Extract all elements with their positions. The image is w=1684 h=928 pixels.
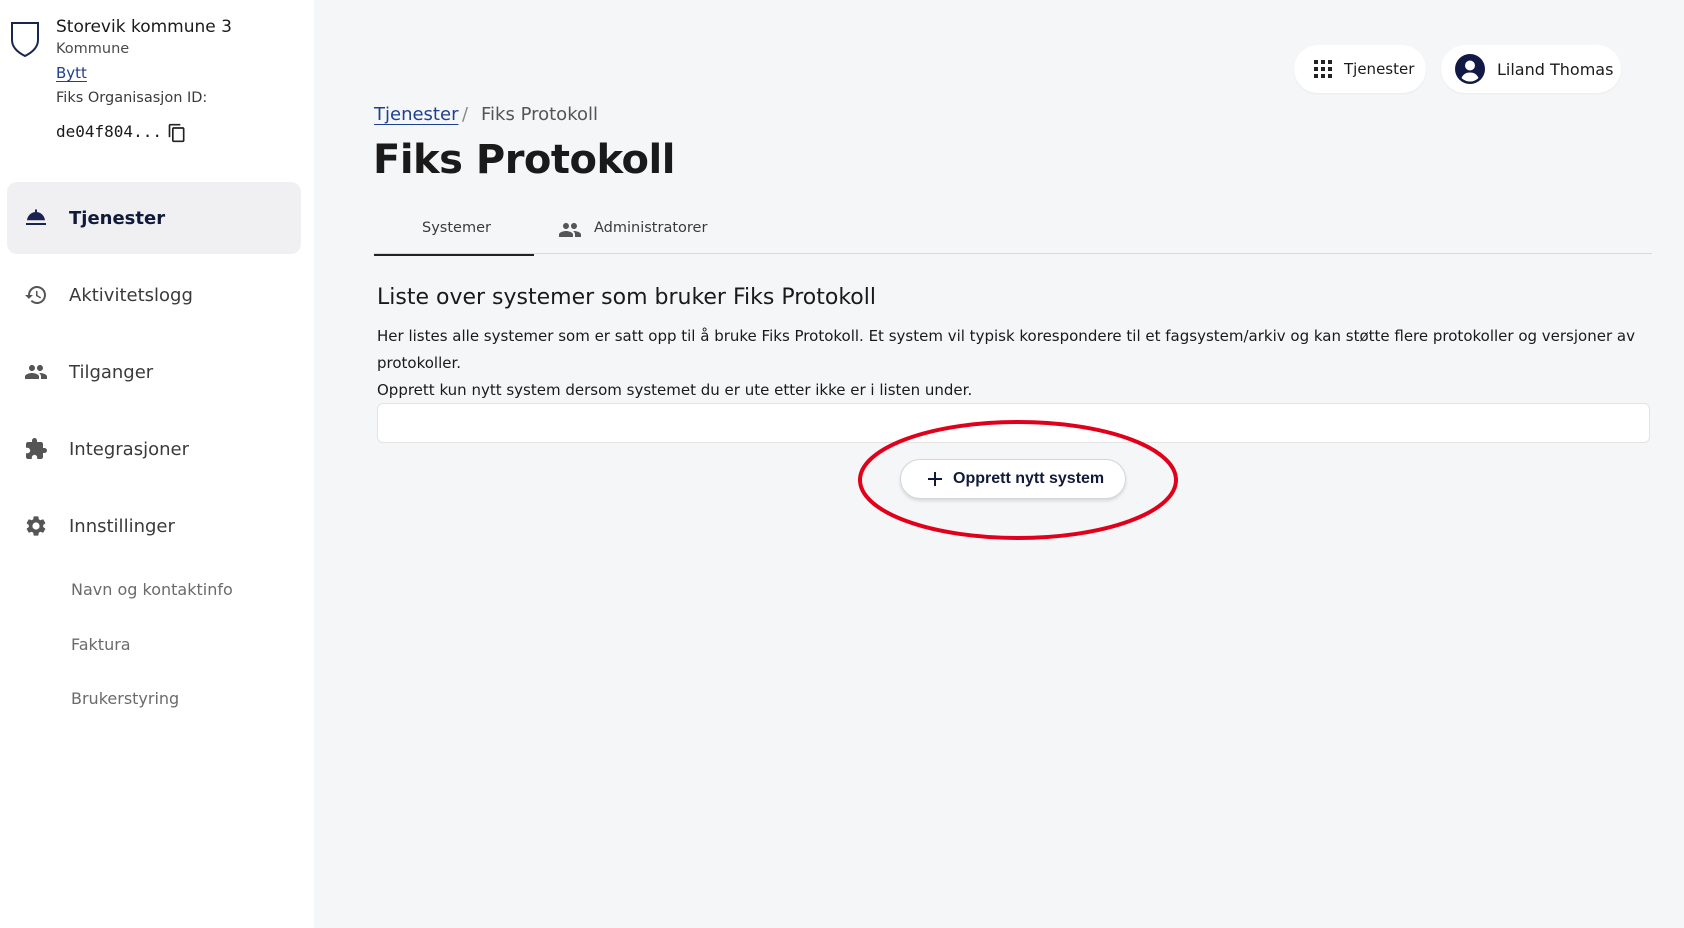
page-title: Fiks Protokoll <box>373 137 675 183</box>
breadcrumb-current: Fiks Protokoll <box>481 104 598 125</box>
section-description-line-1: Her listes alle systemer som er satt opp… <box>377 327 1635 372</box>
avatar-icon <box>1455 54 1485 84</box>
sidebar-item-integrasjoner[interactable]: Integrasjoner <box>7 413 301 485</box>
sidebar-item-aktivitetslogg[interactable]: Aktivitetslogg <box>7 259 301 331</box>
apps-grid-icon <box>1314 60 1332 78</box>
section-heading: Liste over systemer som bruker Fiks Prot… <box>377 285 876 310</box>
organization-id-label: Fiks Organisasjon ID: <box>56 90 208 106</box>
section-description: Her listes alle systemer som er satt opp… <box>377 323 1647 404</box>
sidebar-subitem-brukerstyring[interactable]: Brukerstyring <box>71 689 179 708</box>
active-tab-indicator <box>374 254 534 256</box>
sidebar-subitem-navn-og-kontaktinfo[interactable]: Navn og kontaktinfo <box>71 580 233 599</box>
puzzle-icon <box>26 438 47 459</box>
sidebar-item-innstillinger[interactable]: Innstillinger <box>7 490 301 562</box>
breadcrumb-separator: / <box>462 104 469 125</box>
breadcrumb-link-tjenester[interactable]: Tjenester <box>374 104 458 125</box>
organization-id-value: de04f804... <box>56 122 162 141</box>
user-name: Liland Thomas <box>1497 59 1614 79</box>
people-icon <box>559 223 581 237</box>
sidebar-item-label: Aktivitetslogg <box>69 284 193 306</box>
service-bell-icon <box>26 209 46 225</box>
history-icon <box>25 286 46 304</box>
switch-organization-link[interactable]: Bytt <box>56 64 87 82</box>
tab-label: Administratorer <box>594 220 708 236</box>
sidebar-item-label: Innstillinger <box>69 515 175 537</box>
section-description-line-2: Opprett kun nytt system dersom systemet … <box>377 381 973 399</box>
copy-icon[interactable] <box>167 123 187 143</box>
create-system-label: Opprett nytt system <box>953 470 1105 487</box>
systems-list <box>377 403 1650 443</box>
tab-administratorer[interactable]: Administratorer <box>558 210 718 254</box>
tab-label: Systemer <box>422 220 491 236</box>
services-menu-button[interactable]: Tjenester <box>1294 45 1426 93</box>
user-menu-button[interactable]: Liland Thomas <box>1441 45 1621 93</box>
sidebar-item-tilganger[interactable]: Tilganger <box>7 336 301 408</box>
sidebar-item-label: Integrasjoner <box>69 438 189 460</box>
sidebar-item-tjenester[interactable]: Tjenester <box>7 182 301 254</box>
plus-icon <box>928 472 942 486</box>
organization-name: Storevik kommune 3 <box>56 17 232 37</box>
sidebar: Storevik kommune 3 Kommune Bytt Fiks Org… <box>0 0 314 928</box>
sidebar-item-label: Tjenester <box>69 207 166 229</box>
organization-type: Kommune <box>56 41 130 57</box>
gear-icon <box>26 516 46 536</box>
people-icon <box>25 365 47 379</box>
create-system-button[interactable]: Opprett nytt system <box>900 459 1126 499</box>
shield-icon <box>11 22 39 58</box>
sidebar-item-label: Tilganger <box>69 361 154 383</box>
services-menu-label: Tjenester <box>1344 60 1415 78</box>
tab-systemer[interactable]: Systemer <box>374 210 534 256</box>
sidebar-subitem-faktura[interactable]: Faktura <box>71 635 131 654</box>
